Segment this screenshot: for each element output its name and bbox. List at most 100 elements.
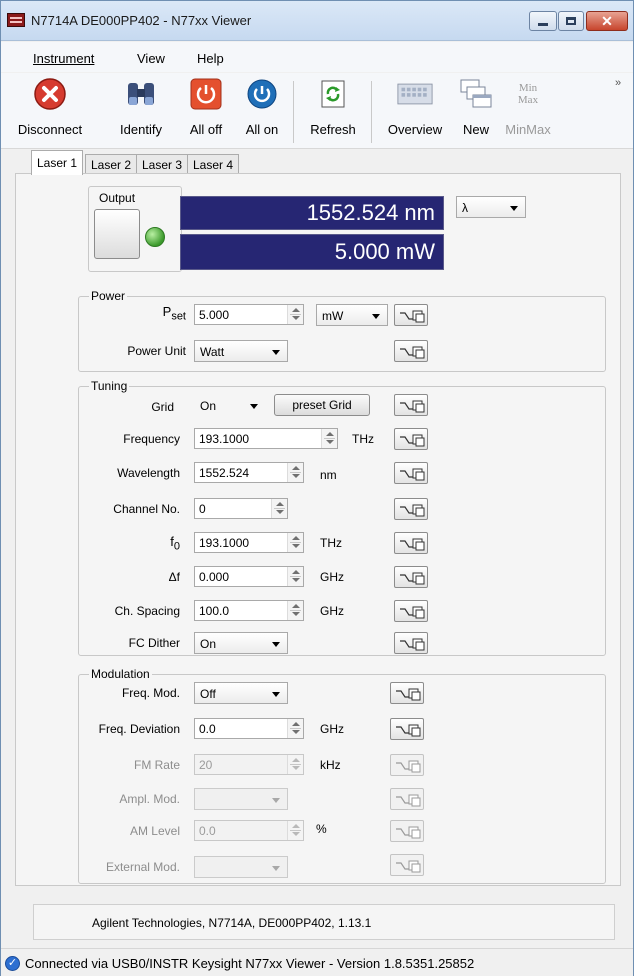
app-icon [7, 13, 25, 27]
dither-sweep-button[interactable] [394, 632, 428, 654]
freq-dev-sweep-button[interactable] [390, 718, 424, 740]
freq-mod-label: Freq. Mod. [121, 686, 180, 700]
all-on-label: All on [245, 122, 279, 137]
frequency-unit: THz [352, 432, 374, 446]
wavelength-input[interactable]: 1552.524 [194, 462, 304, 483]
ampl-mod-sweep-button[interactable] [390, 788, 424, 810]
minmax-button[interactable]: Min Max MinMax [503, 77, 553, 137]
new-button[interactable]: New [457, 77, 495, 137]
grid-value: On [200, 399, 217, 413]
grid-select[interactable]: On [194, 394, 266, 416]
wavelength-display: 1552.524 nm [180, 196, 444, 230]
pset-label-main: P [162, 304, 172, 319]
toolbar: Disconnect Identify All off All on Refre… [1, 73, 633, 149]
spin-arrows-icon[interactable] [287, 601, 303, 620]
sweep-icon [400, 538, 425, 551]
spin-arrows-icon[interactable] [287, 567, 303, 586]
freq-dev-input[interactable]: 0.0 [194, 718, 304, 739]
grid-sweep-button[interactable] [394, 394, 428, 416]
spin-arrows-icon[interactable] [287, 305, 303, 324]
menu-instrument[interactable]: Instrument [33, 51, 94, 66]
display-mode-select[interactable]: λ [456, 196, 526, 218]
am-level-sweep-button[interactable] [390, 820, 424, 842]
spin-arrows-icon[interactable] [287, 463, 303, 482]
fm-rate-sweep-button[interactable] [390, 754, 424, 776]
frequency-sweep-button[interactable] [394, 428, 428, 450]
refresh-button[interactable]: Refresh [301, 77, 365, 137]
spin-arrows-icon[interactable] [287, 719, 303, 738]
pset-value: 5.000 [199, 308, 230, 322]
power-unit-sweep-button[interactable] [394, 340, 428, 362]
spin-arrows-icon[interactable] [287, 533, 303, 552]
freq-dev-unit: GHz [320, 722, 344, 736]
display-mode-value: λ [462, 201, 468, 215]
ext-mod-sweep-button[interactable] [390, 854, 424, 876]
freq-mod-select[interactable]: Off [194, 682, 288, 704]
spin-arrows-icon[interactable] [287, 755, 303, 774]
wavelength-sweep-button[interactable] [394, 462, 428, 484]
disconnect-label: Disconnect [17, 122, 83, 137]
f0-sweep-button[interactable] [394, 532, 428, 554]
tab-laser-2[interactable]: Laser 2 [85, 154, 138, 174]
maximize-icon [566, 17, 576, 25]
pset-sweep-button[interactable] [394, 304, 428, 326]
output-toggle-button[interactable] [94, 209, 140, 259]
spin-arrows-icon[interactable] [271, 499, 287, 518]
pset-label-sub: set [171, 310, 186, 323]
f0-label: f0 [126, 534, 180, 553]
power-unit-label: Power Unit [127, 344, 186, 358]
fm-rate-label: FM Rate [133, 758, 180, 772]
menu-bar: Instrument View Help [1, 42, 633, 72]
pset-label: Pset [112, 304, 186, 323]
new-label: New [462, 122, 489, 137]
power-off-icon [188, 77, 224, 111]
pset-unit-select[interactable]: mW [316, 304, 388, 326]
overview-button[interactable]: Overview [377, 77, 453, 137]
ext-mod-select[interactable] [194, 856, 288, 878]
menu-help[interactable]: Help [197, 51, 224, 66]
tab-laser-4[interactable]: Laser 4 [187, 154, 240, 174]
spacing-input[interactable]: 100.0 [194, 600, 304, 621]
fm-rate-input[interactable]: 20 [194, 754, 304, 775]
modulation-group: Modulation [78, 667, 606, 884]
all-on-button[interactable]: All on [237, 77, 287, 137]
channel-input[interactable]: 0 [194, 498, 288, 519]
sweep-icon [396, 826, 421, 839]
frequency-label: Frequency [123, 432, 180, 446]
chevron-down-icon [272, 350, 280, 355]
freq-mod-sweep-button[interactable] [390, 682, 424, 704]
ampl-mod-select[interactable] [194, 788, 288, 810]
preset-grid-button[interactable]: preset Grid [274, 394, 370, 416]
channel-sweep-button[interactable] [394, 498, 428, 520]
minimize-button[interactable] [529, 11, 557, 31]
disconnect-button[interactable]: Disconnect [3, 77, 97, 137]
frequency-input[interactable]: 193.1000 [194, 428, 338, 449]
maximize-button[interactable] [558, 11, 584, 31]
all-off-button[interactable]: All off [181, 77, 231, 137]
df-sweep-button[interactable] [394, 566, 428, 588]
sweep-icon [400, 572, 425, 585]
f0-label-sub: 0 [173, 540, 180, 553]
dither-select[interactable]: On [194, 632, 288, 654]
fm-rate-value: 20 [199, 758, 213, 772]
fm-rate-unit: kHz [320, 758, 341, 772]
df-input[interactable]: 0.000 [194, 566, 304, 587]
spacing-sweep-button[interactable] [394, 600, 428, 622]
am-level-input[interactable]: 0.0 [194, 820, 304, 841]
spin-arrows-icon[interactable] [287, 821, 303, 840]
channel-label: Channel No. [113, 502, 180, 516]
am-level-label: AM Level [129, 824, 180, 838]
tab-laser-3[interactable]: Laser 3 [136, 154, 189, 174]
tab-laser-1[interactable]: Laser 1 [31, 150, 84, 175]
power-unit-select[interactable]: Watt [194, 340, 288, 362]
toolbar-overflow-icon[interactable]: » [615, 77, 621, 89]
f0-input[interactable]: 193.1000 [194, 532, 304, 553]
spin-arrows-icon[interactable] [321, 429, 337, 448]
identify-label: Identify [120, 122, 162, 137]
pset-input[interactable]: 5.000 [194, 304, 304, 325]
close-button[interactable]: ✕ [586, 11, 628, 31]
connected-check-icon: ✓ [5, 956, 20, 971]
identify-button[interactable]: Identify [109, 77, 173, 137]
menu-view[interactable]: View [137, 51, 165, 66]
refresh-label: Refresh [310, 122, 356, 137]
